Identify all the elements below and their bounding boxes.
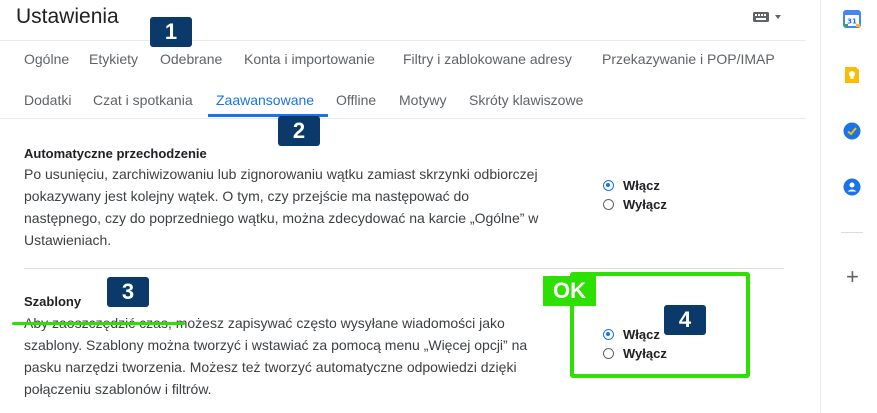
header-divider (0, 40, 806, 41)
tab-offline[interactable]: Offline (336, 92, 376, 108)
radio-unchecked[interactable] (603, 199, 614, 210)
tabs-divider (0, 118, 806, 119)
annotation-badge-2: 2 (278, 116, 320, 146)
svg-text:31: 31 (847, 18, 857, 26)
radio-label: Wyłącz (623, 197, 667, 212)
add-icon[interactable]: + (846, 264, 859, 290)
auto-advance-title: Automatyczne przechodzenie (24, 146, 207, 161)
ok-label: OK (543, 276, 596, 306)
annotation-badge-1: 1 (150, 17, 192, 47)
annotation-badge-3: 3 (107, 277, 149, 307)
highlight-underline (12, 322, 185, 325)
tab-themes[interactable]: Motywy (399, 92, 446, 108)
calendar-icon[interactable]: 31 (843, 10, 861, 28)
keyboard-icon[interactable] (752, 10, 782, 24)
keep-icon[interactable] (843, 66, 861, 84)
radio-checked[interactable] (603, 180, 614, 191)
templates-title: Szablony (24, 294, 82, 309)
tab-labels[interactable]: Etykiety (89, 51, 138, 67)
tasks-icon[interactable] (843, 122, 861, 140)
tab-forwarding[interactable]: Przekazywanie i POP/IMAP (602, 51, 775, 67)
side-panel: 31 + (820, 0, 877, 413)
tab-shortcuts[interactable]: Skróty klawiszowe (469, 92, 583, 108)
radio-label: Włącz (623, 178, 660, 193)
auto-advance-disable-option[interactable]: Wyłącz (603, 197, 667, 212)
tab-general[interactable]: Ogólne (24, 51, 69, 67)
tab-chat[interactable]: Czat i spotkania (93, 92, 193, 108)
section-divider (24, 268, 784, 269)
contacts-icon[interactable] (843, 178, 861, 196)
tab-advanced[interactable]: Zaawansowane (216, 92, 314, 108)
page-title: Ustawienia (16, 5, 119, 28)
tab-accounts[interactable]: Konta i importowanie (244, 51, 375, 67)
auto-advance-description: Po usunięciu, zarchiwizowaniu lub zignor… (24, 166, 539, 248)
highlight-box (570, 272, 750, 378)
auto-advance-enable-option[interactable]: Włącz (603, 178, 660, 193)
tab-inbox[interactable]: Odebrane (160, 51, 222, 67)
tab-filters[interactable]: Filtry i zablokowane adresy (403, 51, 572, 67)
tab-addons[interactable]: Dodatki (24, 92, 71, 108)
rail-divider (841, 232, 863, 233)
templates-description: Aby zaoszczędzić czas, możesz zapisywać … (24, 315, 528, 397)
